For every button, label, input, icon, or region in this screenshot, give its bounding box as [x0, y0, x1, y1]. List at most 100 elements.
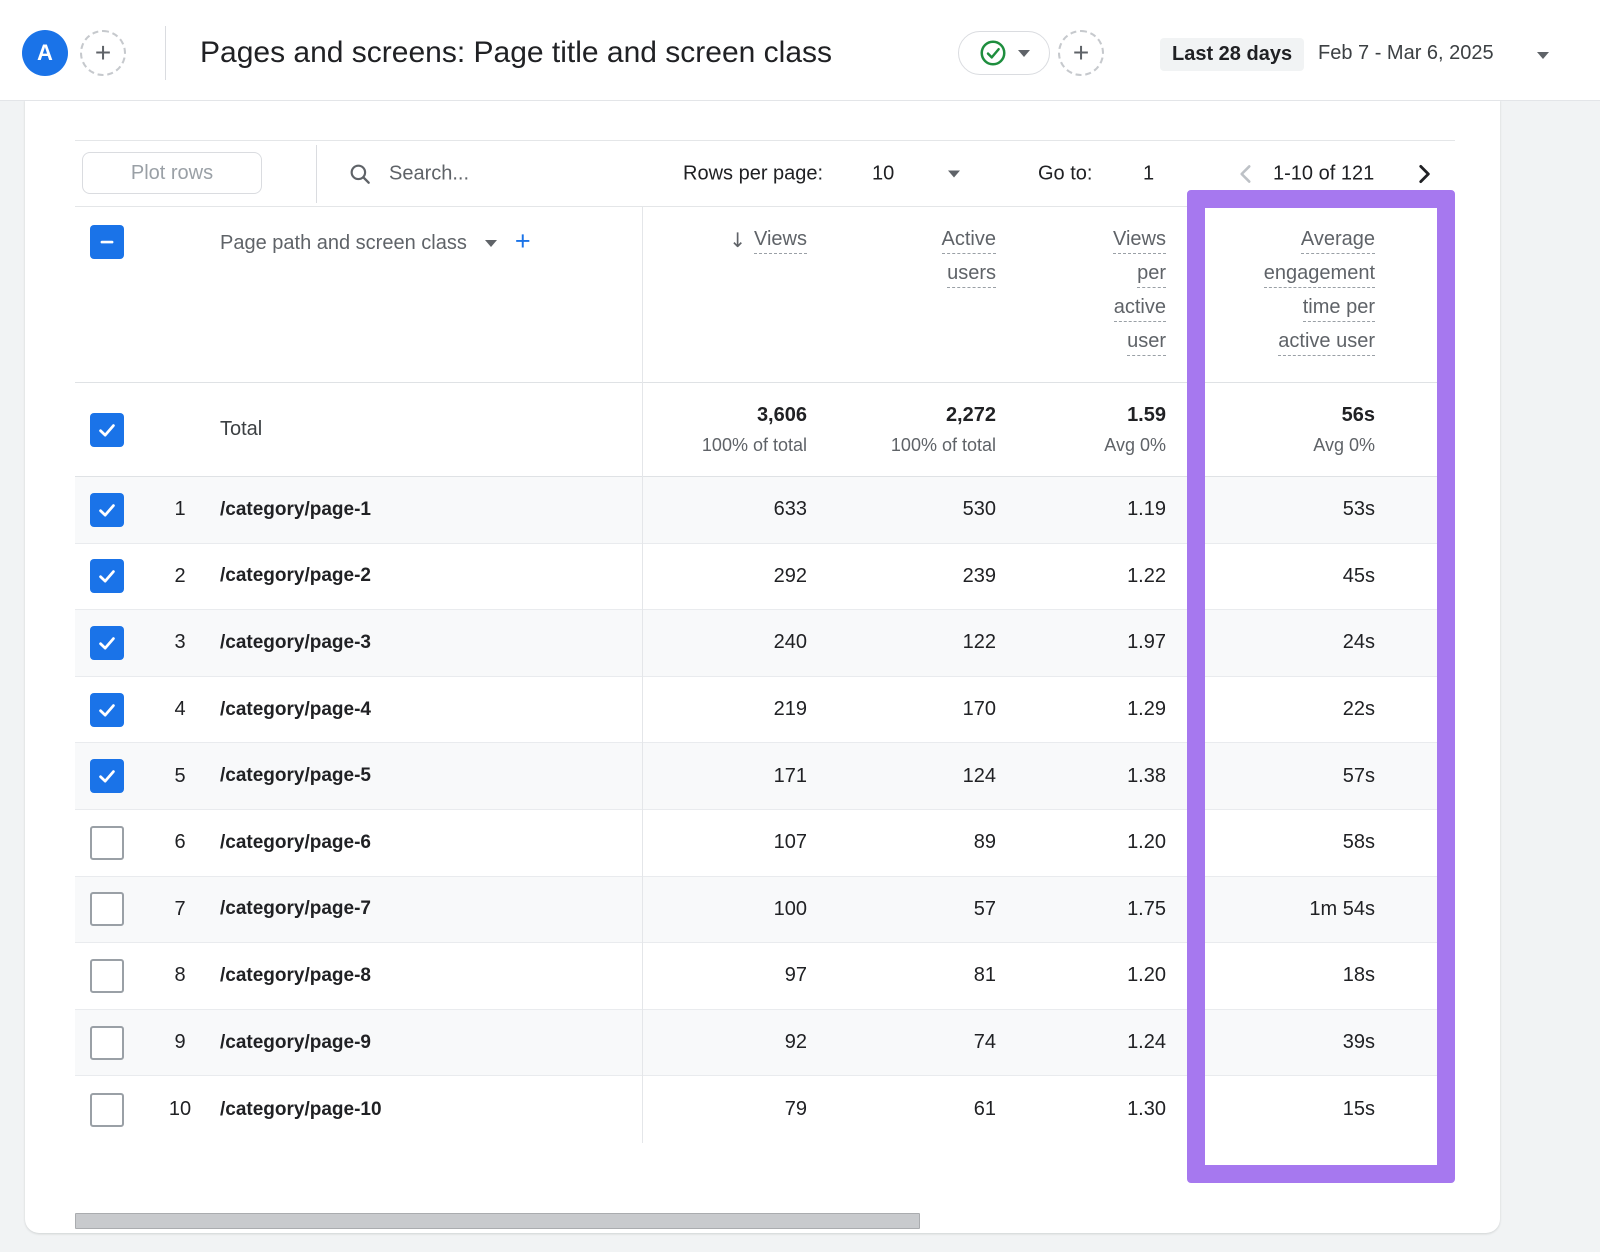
table-toolbar: Plot rows Search... Rows per page: 10 Go…: [75, 140, 1455, 207]
row-views-per-active-user: 1.19: [996, 477, 1166, 543]
table-row: 1/category/page-16335301.1953s: [75, 477, 1437, 544]
add-dimension-icon[interactable]: +: [515, 231, 531, 251]
add-widget-button[interactable]: +: [1058, 30, 1104, 76]
date-range-chip[interactable]: Last 28 days: [1160, 38, 1304, 71]
rows-per-page-caret-icon[interactable]: [948, 170, 960, 177]
row-views-per-active-user: 1.22: [996, 544, 1166, 610]
plus-icon: +: [1073, 37, 1089, 69]
row-avg-engagement-time: 15s: [1166, 1076, 1437, 1143]
date-range-dates[interactable]: Feb 7 - Mar 6, 2025: [1318, 42, 1494, 65]
row-checkbox[interactable]: [90, 693, 124, 727]
go-to-label: Go to:: [1038, 162, 1092, 185]
row-views: 79: [642, 1076, 807, 1143]
row-checkbox[interactable]: [90, 959, 124, 993]
row-avg-engagement-time: 39s: [1166, 1010, 1437, 1076]
row-views-per-active-user: 1.97: [996, 610, 1166, 676]
table-row: 6/category/page-6107891.2058s: [75, 810, 1437, 877]
total-views-per-active-user: 1.59 Avg 0%: [996, 383, 1166, 476]
total-views: 3,606 100% of total: [642, 383, 807, 476]
row-checkbox[interactable]: [90, 892, 124, 926]
row-checkbox[interactable]: [90, 1026, 124, 1060]
row-checkbox[interactable]: [90, 826, 124, 860]
table-row: 7/category/page-7100571.751m 54s: [75, 877, 1437, 944]
row-active-users: 89: [807, 810, 996, 876]
row-page-path: /category/page-3: [210, 610, 642, 676]
row-checkbox[interactable]: [90, 493, 124, 527]
row-views-per-active-user: 1.38: [996, 743, 1166, 809]
row-avg-engagement-time: 45s: [1166, 544, 1437, 610]
date-range-caret-icon[interactable]: [1537, 52, 1549, 59]
report-card: Plot rows Search... Rows per page: 10 Go…: [25, 100, 1500, 1233]
dimension-caret-icon[interactable]: [485, 240, 497, 247]
row-checkbox[interactable]: [90, 1093, 124, 1127]
row-active-users: 74: [807, 1010, 996, 1076]
plot-rows-button[interactable]: Plot rows: [82, 152, 262, 194]
total-avg-engagement-time: 56s Avg 0%: [1166, 383, 1437, 476]
previous-page-button[interactable]: [1233, 161, 1259, 187]
row-avg-engagement-time: 24s: [1166, 610, 1437, 676]
row-active-users: 170: [807, 677, 996, 743]
row-active-users: 122: [807, 610, 996, 676]
row-views-per-active-user: 1.29: [996, 677, 1166, 743]
row-views-per-active-user: 1.30: [996, 1076, 1166, 1143]
row-checkbox[interactable]: [90, 759, 124, 793]
search-icon: [347, 161, 373, 187]
row-page-path: /category/page-7: [210, 877, 642, 943]
row-views-per-active-user: 1.24: [996, 1010, 1166, 1076]
top-header-bar: A + Pages and screens: Page title and sc…: [0, 0, 1600, 101]
row-page-path: /category/page-10: [210, 1076, 642, 1143]
row-index: 8: [150, 943, 210, 1009]
rows-per-page-label: Rows per page:: [683, 162, 823, 185]
row-views: 633: [642, 477, 807, 543]
row-index: 10: [150, 1076, 210, 1143]
table-header-row: Page path and screen class + ↓ViewsActiv…: [75, 207, 1437, 383]
row-index: 5: [150, 743, 210, 809]
table-row: 8/category/page-897811.2018s: [75, 943, 1437, 1010]
row-index: 3: [150, 610, 210, 676]
total-active-users: 2,272 100% of total: [807, 383, 996, 476]
row-avg-engagement-time: 18s: [1166, 943, 1437, 1009]
row-index: 2: [150, 544, 210, 610]
scrollbar-thumb[interactable]: [75, 1213, 920, 1229]
row-checkbox[interactable]: [90, 626, 124, 660]
table-row: 5/category/page-51711241.3857s: [75, 743, 1437, 810]
toolbar-divider: [316, 145, 317, 203]
column-header-avg-engagement-time-per-active-user[interactable]: Averageengagementtime peractive user: [1166, 207, 1437, 382]
row-page-path: /category/page-1: [210, 477, 642, 543]
row-views-per-active-user: 1.20: [996, 810, 1166, 876]
total-row: Total 3,606 100% of total 2,272 100% of …: [75, 383, 1437, 477]
dimension-header[interactable]: Page path and screen class +: [150, 207, 642, 382]
row-avg-engagement-time: 53s: [1166, 477, 1437, 543]
table-row: 10/category/page-1079611.3015s: [75, 1076, 1437, 1143]
header-divider: [165, 26, 166, 80]
row-active-users: 61: [807, 1076, 996, 1143]
column-header-active-users[interactable]: Activeusers: [807, 207, 996, 382]
row-page-path: /category/page-2: [210, 544, 642, 610]
search-input[interactable]: Search...: [389, 162, 469, 185]
row-page-path: /category/page-8: [210, 943, 642, 1009]
row-index: 1: [150, 477, 210, 543]
check-circle-icon: [978, 38, 1008, 68]
pagination-label: 1-10 of 121: [1273, 162, 1374, 185]
row-page-path: /category/page-4: [210, 677, 642, 743]
total-row-checkbox[interactable]: [90, 413, 124, 447]
rows-per-page-select[interactable]: 10: [872, 162, 894, 185]
column-divider: [642, 207, 643, 1143]
row-views: 97: [642, 943, 807, 1009]
row-checkbox[interactable]: [90, 559, 124, 593]
avatar[interactable]: A: [22, 30, 68, 76]
row-views-per-active-user: 1.20: [996, 943, 1166, 1009]
row-views: 219: [642, 677, 807, 743]
row-index: 9: [150, 1010, 210, 1076]
column-header-views[interactable]: ↓Views: [642, 207, 807, 382]
row-page-path: /category/page-9: [210, 1010, 642, 1076]
row-active-users: 81: [807, 943, 996, 1009]
report-status-badge[interactable]: [958, 31, 1050, 75]
select-all-checkbox-indeterminate[interactable]: [90, 225, 124, 259]
go-to-input[interactable]: 1: [1143, 162, 1154, 185]
add-comparison-button[interactable]: +: [80, 30, 126, 76]
next-page-button[interactable]: [1411, 161, 1437, 187]
row-avg-engagement-time: 58s: [1166, 810, 1437, 876]
column-header-views-per-active-user[interactable]: Viewsperactiveuser: [996, 207, 1166, 382]
row-active-users: 124: [807, 743, 996, 809]
